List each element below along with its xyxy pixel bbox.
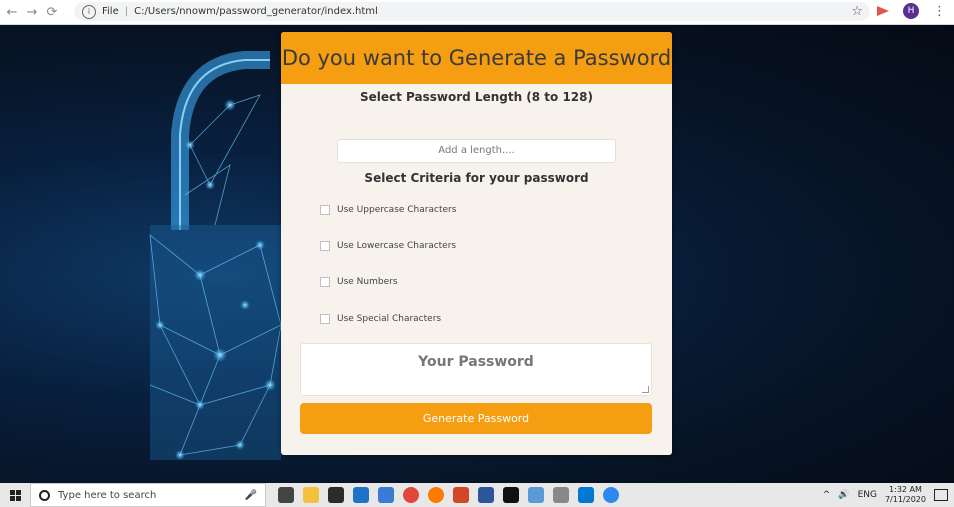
length-heading: Select Password Length (8 to 128) [359, 90, 593, 104]
resize-handle-icon[interactable] [642, 386, 649, 393]
volume-icon[interactable]: 🔊 [838, 490, 849, 500]
cortana-icon[interactable] [39, 489, 50, 501]
app-icon[interactable] [528, 487, 544, 503]
browser-menu-icon[interactable]: ⋮ [933, 4, 946, 19]
store-icon[interactable] [328, 487, 344, 503]
lowercase-label: Use Lowercase Characters [337, 241, 457, 251]
length-input[interactable]: Add a length.... [337, 139, 616, 163]
windows-start-icon[interactable] [0, 483, 30, 507]
firefox-icon[interactable] [428, 487, 444, 503]
powerpoint-icon[interactable] [453, 487, 469, 503]
microphone-icon[interactable]: 🎤 [245, 490, 257, 501]
special-checkbox[interactable] [320, 314, 330, 324]
address-separator: | [124, 6, 129, 17]
uppercase-option[interactable]: Use Uppercase Characters [320, 205, 456, 215]
special-option[interactable]: Use Special Characters [320, 314, 441, 324]
card-header: Do you want to Generate a Password [281, 32, 672, 84]
vscode-icon[interactable] [578, 487, 594, 503]
windows-taskbar: Type here to search 🎤 ^ 🔊 ENG 1:32 AM 7/… [0, 483, 954, 507]
profile-avatar[interactable]: H [903, 3, 919, 19]
tray-overflow-icon[interactable]: ^ [823, 490, 831, 500]
extension-icon[interactable] [877, 6, 889, 16]
address-bar[interactable]: i File | C:/Users/nnowm/password_generat… [74, 2, 870, 21]
numbers-option[interactable]: Use Numbers [320, 277, 398, 287]
back-icon[interactable]: ← [4, 5, 20, 20]
file-label: File [102, 6, 119, 17]
forward-icon[interactable]: → [24, 5, 40, 20]
browser-toolbar: ← → ⟳ i File | C:/Users/nnowm/password_g… [0, 0, 954, 25]
numbers-checkbox[interactable] [320, 277, 330, 287]
numbers-label: Use Numbers [337, 277, 398, 287]
mail-icon[interactable] [378, 487, 394, 503]
app-icon[interactable] [553, 487, 569, 503]
search-placeholder: Type here to search [58, 489, 157, 501]
clock[interactable]: 1:32 AM 7/11/2020 [885, 485, 926, 505]
task-view-icon[interactable] [278, 487, 294, 503]
chrome-icon[interactable] [403, 487, 419, 503]
app-icon[interactable] [603, 487, 619, 503]
lowercase-option[interactable]: Use Lowercase Characters [320, 241, 456, 251]
word-icon[interactable] [478, 487, 494, 503]
uppercase-checkbox[interactable] [320, 205, 330, 215]
password-generator-card: Do you want to Generate a Password Selec… [281, 32, 672, 455]
uppercase-label: Use Uppercase Characters [337, 205, 457, 215]
special-label: Use Special Characters [337, 314, 442, 324]
clock-date: 7/11/2020 [884, 495, 926, 504]
criteria-heading: Select Criteria for your password [364, 171, 589, 185]
generate-password-button[interactable]: Generate Password [300, 403, 652, 434]
language-indicator[interactable]: ENG [858, 490, 877, 500]
bookmark-star-icon[interactable]: ☆ [851, 4, 863, 19]
password-placeholder: Your Password [418, 354, 534, 370]
reload-icon[interactable]: ⟳ [44, 5, 60, 20]
file-explorer-icon[interactable] [303, 487, 319, 503]
terminal-icon[interactable] [503, 487, 519, 503]
password-output[interactable]: Your Password [300, 343, 652, 396]
app-icon[interactable] [353, 487, 369, 503]
notification-icon[interactable] [934, 489, 948, 501]
taskbar-search[interactable]: Type here to search 🎤 [30, 483, 266, 507]
url-text[interactable]: C:/Users/nnowm/password_generator/index.… [134, 6, 378, 17]
clock-time: 1:32 AM [889, 485, 922, 494]
lowercase-checkbox[interactable] [320, 241, 330, 251]
info-icon[interactable]: i [82, 4, 96, 19]
